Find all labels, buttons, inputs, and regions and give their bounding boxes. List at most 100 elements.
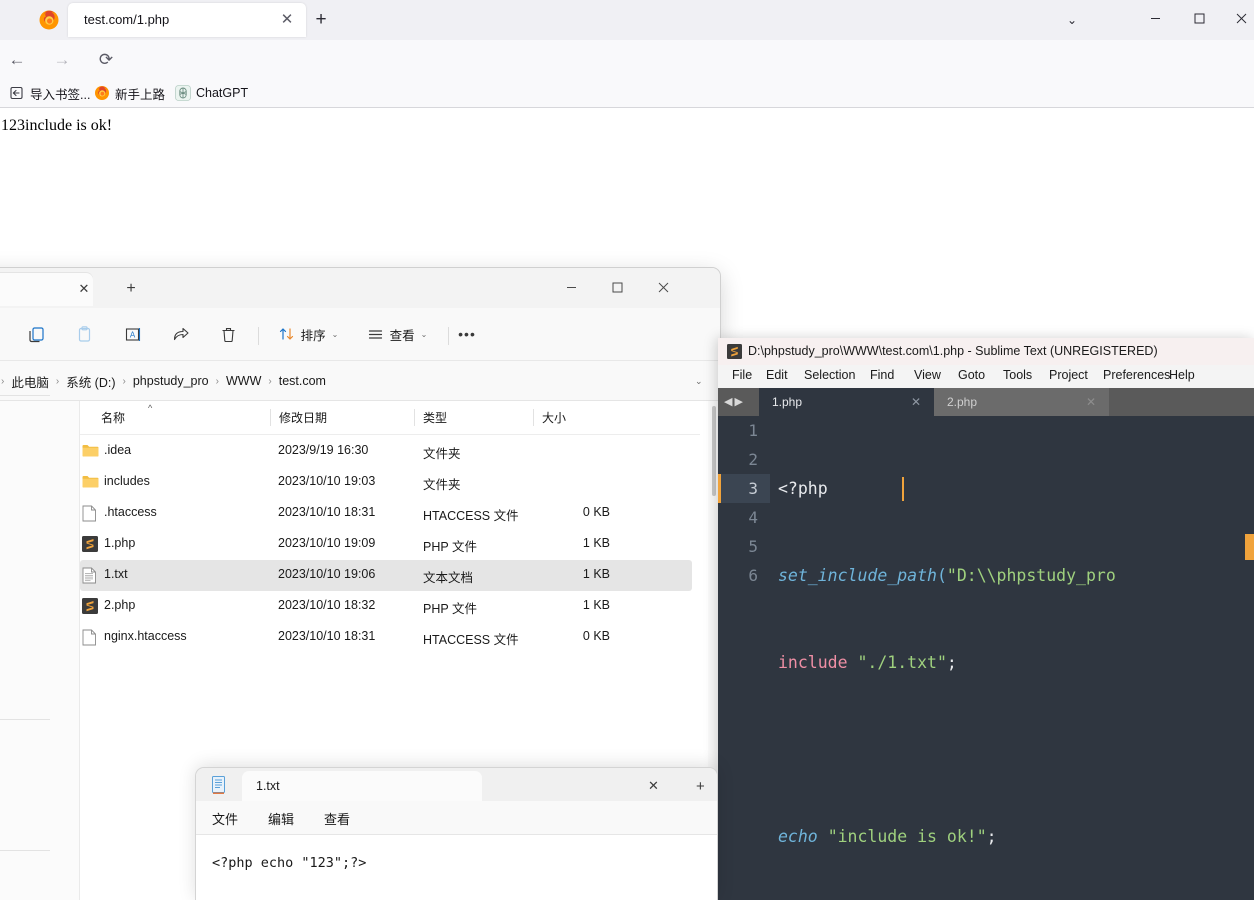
close-icon[interactable]: ✕ [648, 778, 659, 794]
bookmark-firefox-start[interactable]: 新手上路 [91, 83, 168, 103]
forward-icon[interactable]: → [51, 49, 73, 71]
table-row[interactable]: .idea 2023/9/19 16:30 文件夹 [80, 436, 692, 467]
code-line-3: include "./1.txt"; [778, 653, 957, 672]
notepad-menu-file[interactable]: 文件 [212, 809, 238, 828]
editor-tab-1php[interactable]: 1.php ✕ [759, 388, 934, 416]
menu-view[interactable]: View [914, 368, 941, 385]
breadcrumb-item-1[interactable]: 系统 (D:) [60, 372, 121, 391]
file-name: includes [104, 474, 150, 488]
chevron-down-icon[interactable]: ⌄ [1058, 6, 1086, 34]
back-icon[interactable]: ← [6, 49, 28, 71]
table-row[interactable]: .htaccess 2023/10/10 18:31 HTACCESS 文件 0… [80, 498, 692, 529]
table-row[interactable]: 2.php 2023/10/10 18:32 PHP 文件 1 KB [80, 591, 692, 622]
bookmark-chatgpt[interactable]: ChatGPT [172, 83, 251, 103]
notepad-menu-view[interactable]: 查看 [324, 809, 350, 828]
line-number-gutter: 1 2 3 4 5 6 [718, 416, 770, 900]
window-minimize-button[interactable] [548, 274, 594, 304]
menu-edit[interactable]: Edit [766, 368, 788, 385]
folder-icon [82, 443, 99, 460]
file-size: 1 KB [582, 598, 610, 612]
sublime-text-window: D:\phpstudy_pro\WWW\test.com\1.php - Sub… [718, 338, 1254, 900]
menu-file[interactable]: File [732, 368, 752, 385]
close-icon[interactable]: ✕ [1086, 395, 1096, 409]
menu-goto[interactable]: Goto [958, 368, 985, 385]
breadcrumb-item-0[interactable]: 此电脑 [5, 372, 55, 391]
file-date: 2023/10/10 19:03 [278, 474, 376, 488]
browser-tab[interactable]: test.com/1.php ✕ [68, 3, 306, 37]
table-row[interactable]: 1.php 2023/10/10 19:09 PHP 文件 1 KB [80, 529, 692, 560]
close-icon[interactable]: ✕ [911, 395, 921, 409]
minimap-marker[interactable] [1245, 534, 1254, 560]
more-options-button[interactable]: ••• [442, 318, 492, 350]
firefox-logo-icon [38, 9, 60, 31]
paste-button[interactable] [66, 318, 102, 350]
menu-help[interactable]: Help [1169, 368, 1195, 385]
menu-preferences[interactable]: Preferences [1103, 368, 1170, 385]
column-header-type[interactable]: 类型 [423, 401, 447, 434]
window-maximize-button[interactable] [1184, 6, 1214, 34]
new-tab-button[interactable]: + [122, 280, 140, 298]
sublime-icon [727, 344, 742, 359]
new-tab-button[interactable]: + [310, 9, 332, 31]
bookmark-label: ChatGPT [196, 86, 249, 100]
sort-label: 排序 [300, 328, 326, 343]
file-name: 2.php [104, 598, 136, 612]
menu-tools[interactable]: Tools [1003, 368, 1032, 385]
breadcrumb-item-4[interactable]: test.com [273, 374, 332, 388]
breadcrumb-item-2[interactable]: phpstudy_pro [127, 374, 215, 388]
table-row[interactable]: nginx.htaccess 2023/10/10 18:31 HTACCESS… [80, 622, 692, 653]
chatgpt-icon [175, 85, 191, 101]
file-name: .htaccess [104, 505, 157, 519]
bookmark-import[interactable]: 导入书签... [6, 83, 93, 103]
column-header-size[interactable]: 大小 [542, 401, 566, 434]
table-row[interactable]: 1.txt 2023/10/10 19:06 文本文档 1 KB [80, 560, 692, 591]
breadcrumb-item-3[interactable]: WWW [220, 374, 267, 388]
browser-navigation-bar: ← → ⟳ test.com/1.php [0, 40, 1254, 116]
line-number: 1 [748, 421, 758, 440]
explorer-title-bar: ✕ + [0, 268, 720, 308]
sort-button[interactable]: 排序 ⌄ [268, 318, 348, 350]
header-divider[interactable] [270, 409, 271, 426]
sublime-icon [82, 536, 99, 553]
page-output-text: 123include is ok! [1, 117, 113, 134]
close-icon[interactable]: ✕ [278, 11, 296, 29]
firefox-icon [94, 85, 110, 101]
new-tab-button[interactable]: + [696, 778, 705, 795]
table-row[interactable]: includes 2023/10/10 19:03 文件夹 [80, 467, 692, 498]
sublime-editor[interactable]: 1 2 3 4 5 6 <?php set_include_path("D:\\… [718, 416, 1254, 900]
window-minimize-button[interactable] [1140, 6, 1170, 34]
delete-button[interactable] [210, 318, 246, 350]
file-size: 0 KB [582, 629, 610, 643]
view-label: 查看 [389, 328, 415, 343]
chevron-down-icon[interactable]: ⌄ [695, 376, 703, 387]
window-close-button[interactable] [640, 274, 686, 304]
close-icon[interactable]: ✕ [75, 280, 93, 298]
menu-find[interactable]: Find [870, 368, 894, 385]
menu-project[interactable]: Project [1049, 368, 1088, 385]
line-number: 5 [748, 537, 758, 556]
navigation-pane: d [0, 395, 80, 900]
column-header-date[interactable]: 修改日期 [279, 401, 327, 434]
header-divider[interactable] [414, 409, 415, 426]
menu-selection[interactable]: Selection [804, 368, 855, 385]
copy-button[interactable] [18, 318, 54, 350]
notepad-menu-edit[interactable]: 编辑 [268, 809, 294, 828]
code-line-5: echo "include is ok!"; [778, 827, 997, 846]
import-bookmarks-icon [9, 85, 25, 101]
header-divider[interactable] [533, 409, 534, 426]
code-content[interactable]: <?php set_include_path("D:\\phpstudy_pro… [778, 416, 1254, 900]
share-button[interactable] [162, 318, 198, 350]
window-close-button[interactable] [1226, 6, 1254, 34]
window-maximize-button[interactable] [594, 274, 640, 304]
nav-divider-top [0, 395, 50, 396]
reload-icon[interactable]: ⟳ [95, 49, 117, 71]
column-header-name[interactable]: 名称 [101, 401, 125, 434]
rename-button[interactable]: A [114, 318, 150, 350]
file-size: 1 KB [582, 567, 610, 581]
notepad-text-area[interactable]: <?php echo "123";?> [196, 834, 717, 900]
file-type: HTACCESS 文件 [423, 509, 519, 523]
view-button[interactable]: 查看 ⌄ [356, 318, 438, 350]
scrollbar-thumb[interactable] [712, 406, 716, 496]
tab-nav-arrows[interactable]: ◀▶ [724, 395, 745, 408]
editor-tab-2php[interactable]: 2.php ✕ [934, 388, 1109, 416]
